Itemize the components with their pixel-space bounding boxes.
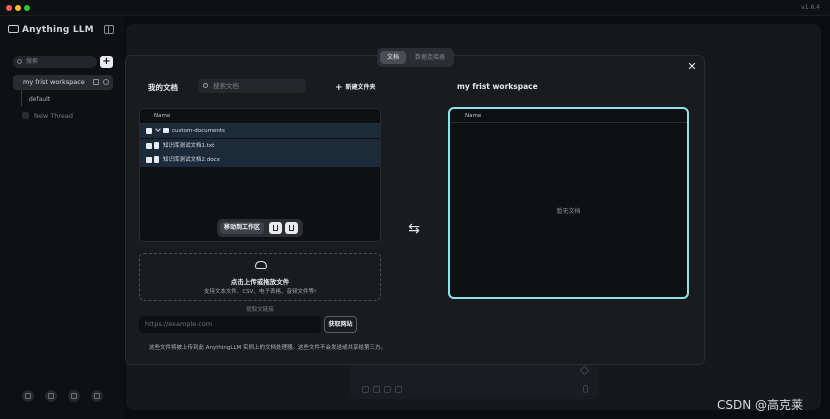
new-folder-label: 新建文件夹 [345, 84, 376, 91]
file-name: 知识库测试文档2.docx [163, 157, 220, 163]
swap-arrows-icon: ⇆ [408, 221, 420, 237]
checkbox[interactable] [146, 128, 152, 134]
file-icon [154, 156, 159, 163]
chat-tools [362, 386, 422, 393]
window-titlebar: v1.6.4 [0, 0, 830, 16]
sidebar-item-workspace[interactable]: my frist workspace [13, 75, 113, 90]
column-header-name: Name [140, 109, 380, 124]
document-search-input[interactable]: 搜索文档 [198, 79, 306, 93]
settings-wrench-icon[interactable] [91, 390, 103, 402]
minimize-window-button[interactable] [15, 5, 21, 11]
new-thread-button[interactable]: New Thread [22, 112, 73, 120]
chevron-down-icon[interactable] [155, 126, 161, 132]
agent-icon[interactable] [384, 386, 391, 393]
document-search-placeholder: 搜索文档 [213, 82, 239, 90]
close-window-button[interactable] [6, 5, 12, 11]
file-row-folder[interactable]: custom-documents [140, 124, 380, 138]
column-header-name: Name [450, 109, 687, 123]
url-input[interactable]: https://example.com [139, 316, 321, 333]
sidebar: Anything LLM 搜索 + my frist workspace def… [0, 16, 124, 419]
send-icon[interactable] [579, 365, 590, 376]
slash-icon[interactable] [373, 386, 380, 393]
modal-tabs: 文档 数据连接器 [377, 48, 454, 67]
new-workspace-button[interactable]: + [100, 56, 113, 68]
upload-title: 点击上传或拖放文件 [230, 278, 290, 286]
tab-data-connectors[interactable]: 数据连接器 [409, 51, 451, 64]
text-size-icon[interactable] [395, 386, 402, 393]
mic-icon[interactable] [583, 385, 588, 393]
cloud-upload-icon [255, 261, 267, 269]
new-folder-button[interactable]: + 新建文件夹 [335, 82, 376, 93]
workspace-label: my frist workspace [23, 78, 85, 86]
brand-logo: Anything LLM [8, 25, 94, 35]
search-icon [17, 59, 22, 64]
move-folder-button[interactable] [269, 222, 282, 234]
sidebar-search-placeholder: 搜索 [26, 58, 39, 65]
upload-footnote: 这些文件将被上传到此 AnythingLLM 实例上的文档处理器。这些文件不会发… [149, 345, 387, 351]
new-thread-label: New Thread [34, 112, 73, 120]
tab-documents[interactable]: 文档 [380, 51, 406, 64]
my-documents-title: 我的文档 [148, 83, 178, 92]
folder-icon [163, 128, 169, 133]
watermark: CSDN @高克莱 [717, 398, 804, 412]
fetch-website-button[interactable]: 获取网站 [324, 316, 357, 333]
brand-name: Anything LLM [22, 25, 94, 35]
plus-icon: + [335, 83, 343, 93]
sidebar-search-input[interactable]: 搜索 [13, 56, 97, 68]
file-name: custom-documents [172, 128, 225, 134]
move-to-workspace-button[interactable]: 移动到工作区 [220, 222, 264, 234]
delete-button[interactable] [285, 222, 298, 234]
file-row[interactable]: 知识库测试文档2.docx [140, 153, 380, 167]
link-label: 提取文链接 [246, 307, 274, 313]
search-icon [203, 83, 208, 88]
docs-icon[interactable] [45, 390, 57, 402]
file-icon [154, 142, 159, 149]
attach-icon[interactable] [362, 386, 369, 393]
discord-icon[interactable] [68, 390, 80, 402]
close-icon[interactable]: ✕ [686, 61, 698, 73]
gear-icon[interactable] [103, 79, 109, 85]
trash-icon [289, 225, 294, 231]
file-row[interactable]: 知识库测试文档1.txt [140, 139, 380, 153]
checkbox[interactable] [146, 143, 152, 149]
upload-subtitle: 支持文本文件、CSV、电子表格、音频文件等! [203, 289, 317, 295]
file-name: 知识库测试文档1.txt [163, 143, 215, 149]
maximize-window-button[interactable] [24, 5, 30, 11]
link-icon[interactable] [22, 390, 34, 402]
sidebar-collapse-icon[interactable] [104, 25, 114, 34]
thread-item-default[interactable]: default [29, 96, 50, 103]
selection-action-bar: 移动到工作区 [217, 219, 303, 237]
upload-dropzone[interactable]: 点击上传或拖放文件 支持文本文件、CSV、电子表格、音频文件等! [139, 253, 381, 301]
app-version: v1.6.4 [801, 4, 820, 11]
upload-icon[interactable] [93, 79, 99, 85]
plus-icon [22, 112, 29, 119]
chat-input-box[interactable] [350, 359, 598, 399]
thread-connector [21, 90, 22, 106]
folder-move-icon [273, 225, 278, 231]
checkbox[interactable] [146, 157, 152, 163]
logo-icon [8, 25, 19, 33]
empty-state-text: 暂无文档 [556, 208, 581, 215]
workspace-title: my frist workspace [457, 82, 538, 91]
workspace-documents-list: Name 暂无文档 [448, 107, 689, 299]
